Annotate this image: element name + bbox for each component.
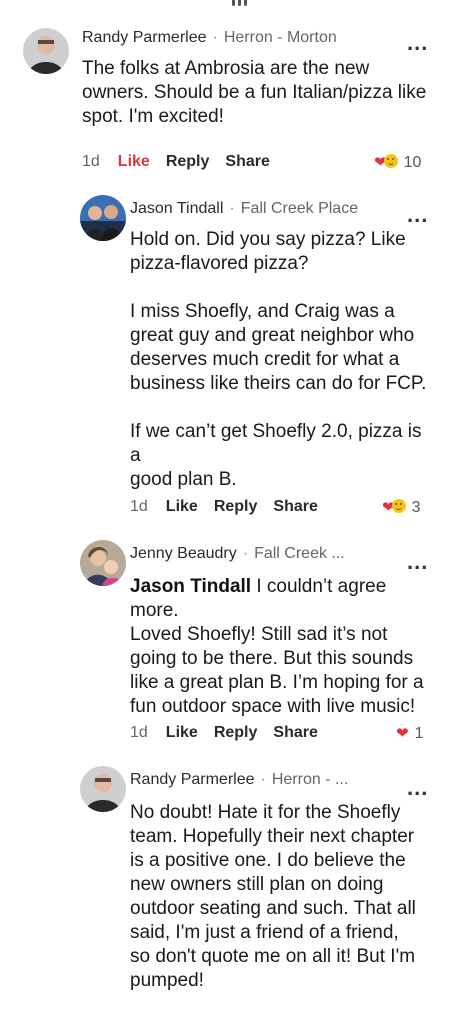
comment-text-line: new owners still plan on doing bbox=[130, 874, 384, 895]
avatar[interactable] bbox=[80, 540, 126, 586]
reaction-count: 3 bbox=[411, 499, 421, 516]
more-options-icon[interactable]: ... bbox=[407, 204, 428, 226]
share-button[interactable]: Share bbox=[273, 498, 317, 515]
reply-button[interactable]: Reply bbox=[214, 498, 258, 515]
like-button[interactable]: Like bbox=[118, 153, 150, 170]
reply-button[interactable]: Reply bbox=[214, 724, 258, 741]
reactions-summary[interactable]: ❤ 1 bbox=[396, 724, 423, 743]
comment-text-line: like a great plan B. I’m hoping for a bbox=[130, 672, 424, 693]
smiley-icon bbox=[391, 499, 406, 513]
like-button[interactable]: Like bbox=[166, 724, 198, 741]
neighborhood-label[interactable]: Fall Creek ... bbox=[254, 545, 345, 562]
timestamp: 1d bbox=[82, 153, 100, 170]
separator-dot: · bbox=[229, 200, 235, 217]
comment-text-line: If we can’t get Shoefly 2.0, pizza is a bbox=[130, 421, 422, 466]
comment-text-line: good plan B. bbox=[130, 469, 237, 490]
comment-text-line: team. Hopefully their next chapter bbox=[130, 826, 415, 847]
comment-header: Jenny Beaudry · Fall Creek ... bbox=[130, 545, 345, 563]
comment-text-line: No doubt! Hate it for the Shoefly bbox=[130, 802, 401, 823]
avatar[interactable] bbox=[23, 28, 69, 74]
share-button[interactable]: Share bbox=[225, 153, 269, 170]
comment-text-line: going to be there. But this sounds bbox=[130, 648, 414, 669]
comment-text-line: so don't quote me on all it! But I'm bbox=[130, 946, 416, 967]
author-name[interactable]: Randy Parmerlee bbox=[130, 771, 255, 788]
reaction-count: 10 bbox=[403, 154, 422, 171]
avatar[interactable] bbox=[80, 766, 126, 812]
author-name[interactable]: Jason Tindall bbox=[130, 200, 223, 217]
comment-text-line: business like theirs can do for FCP. bbox=[130, 373, 427, 394]
timestamp: 1d bbox=[130, 724, 148, 741]
share-button[interactable]: Share bbox=[273, 724, 317, 741]
comment-header: Jason Tindall · Fall Creek Place bbox=[130, 200, 358, 218]
more-options-icon[interactable]: ... bbox=[407, 777, 428, 799]
comment-text-line: The folks at Ambrosia are the new bbox=[82, 58, 370, 79]
comment-text-line: pizza-flavored pizza? bbox=[130, 253, 309, 274]
comment-actions: 1d Like Reply Share bbox=[82, 153, 286, 171]
comment-actions: 1d Like Reply Share bbox=[130, 724, 334, 742]
neighborhood-label[interactable]: Herron - ... bbox=[272, 771, 348, 788]
comment-text-line: Loved Shoefly! Still sad it’s not bbox=[130, 624, 388, 645]
timestamp: 1d bbox=[130, 498, 148, 515]
reaction-count: 1 bbox=[414, 725, 424, 742]
comment-text-line: Hold on. Did you say pizza? Like bbox=[130, 229, 406, 250]
comment-body: No doubt! Hate it for the Shoefly team. … bbox=[130, 801, 435, 993]
comment-text-line: outdoor seating and such. That all bbox=[130, 898, 416, 919]
comment-text-line: deserves much credit for what a bbox=[130, 349, 400, 370]
author-name[interactable]: Randy Parmerlee bbox=[82, 29, 207, 46]
avatar[interactable] bbox=[80, 195, 126, 241]
more-options-icon[interactable]: ... bbox=[407, 551, 428, 573]
reply-button[interactable]: Reply bbox=[166, 153, 210, 170]
comment-header: Randy Parmerlee · Herron - Morton bbox=[82, 29, 337, 47]
reactions-summary[interactable]: ❤ 3 bbox=[382, 498, 420, 517]
more-options-icon[interactable]: ... bbox=[407, 32, 428, 54]
comment-text-line: spot. I'm excited! bbox=[82, 106, 224, 127]
top-edge-fragment bbox=[0, 0, 449, 8]
heart-icon: ❤ bbox=[396, 725, 409, 742]
separator-dot: · bbox=[242, 545, 249, 562]
comment-text-line: great guy and great neighbor who bbox=[130, 325, 415, 346]
neighborhood-label[interactable]: Fall Creek Place bbox=[241, 200, 358, 217]
comment-text-line: owners. Should be a fun Italian/pizza li… bbox=[82, 82, 427, 103]
neighborhood-label[interactable]: Herron - Morton bbox=[224, 29, 337, 46]
comment-text-line: Jason Tindall I couldn’t agree more. bbox=[130, 575, 435, 623]
comment-body: Hold on. Did you say pizza? Like pizza-f… bbox=[130, 228, 435, 492]
comment-text-line: said, I'm just a friend of a friend, bbox=[130, 922, 399, 943]
user-mention[interactable]: Jason Tindall bbox=[130, 576, 251, 597]
author-name[interactable]: Jenny Beaudry bbox=[130, 545, 237, 562]
smiley-icon bbox=[383, 154, 398, 168]
comment-text-line: pumped! bbox=[130, 970, 204, 991]
reactions-summary[interactable]: ❤ 10 bbox=[374, 153, 421, 172]
separator-dot: · bbox=[212, 29, 218, 46]
comment-actions: 1d Like Reply Share bbox=[130, 498, 334, 516]
comment-body: Jason Tindall I couldn’t agree more. Lov… bbox=[130, 575, 435, 719]
comment-body: The folks at Ambrosia are the new owners… bbox=[82, 57, 432, 129]
separator-dot: · bbox=[260, 771, 266, 788]
comment-text-line: is a positive one. I do believe the bbox=[130, 850, 406, 871]
comment-text-line: fun outdoor space with live music! bbox=[130, 696, 416, 717]
like-button[interactable]: Like bbox=[166, 498, 198, 515]
comment-text-line: I miss Shoefly, and Craig was a bbox=[130, 301, 395, 322]
comment-header: Randy Parmerlee · Herron - ... bbox=[130, 771, 348, 789]
